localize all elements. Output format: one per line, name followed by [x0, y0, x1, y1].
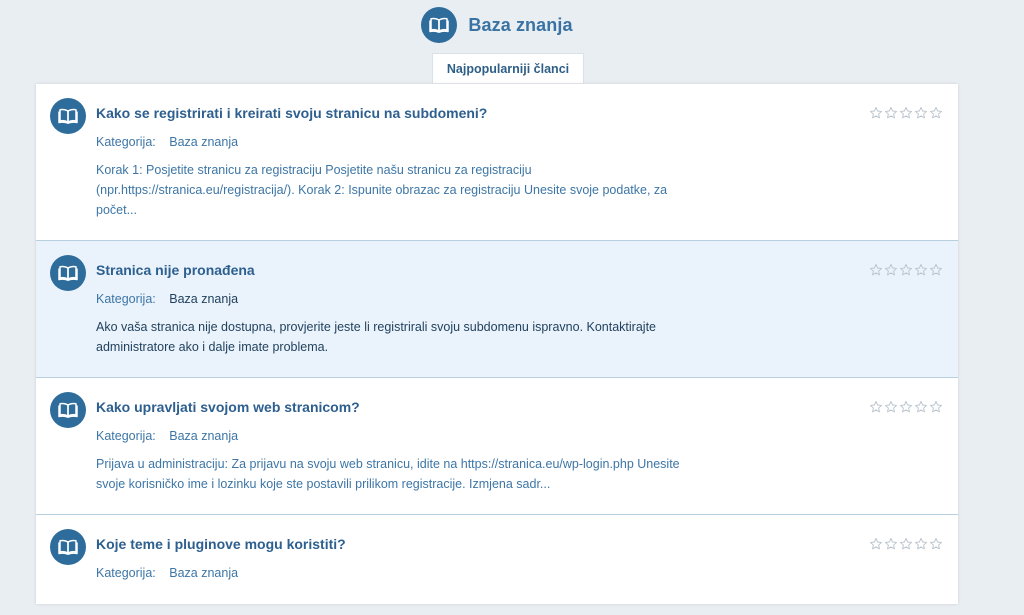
star-icon[interactable]: [929, 400, 943, 414]
star-icon[interactable]: [884, 106, 898, 120]
article-list: Kako se registrirati i kreirati svoju st…: [36, 84, 958, 604]
article-item[interactable]: Stranica nije pronađena Kategorija: Baza…: [36, 241, 958, 378]
star-icon[interactable]: [899, 263, 913, 277]
category-link[interactable]: Baza znanja: [169, 566, 238, 580]
category-label: Kategorija:: [96, 135, 156, 149]
star-rating[interactable]: [869, 400, 943, 414]
article-item[interactable]: Koje teme i pluginove mogu koristiti? Ka…: [36, 515, 958, 615]
article-excerpt: Ako vaša stranica nije dostupna, provjer…: [96, 320, 657, 354]
category-link[interactable]: Baza znanja: [169, 135, 238, 149]
tab-bar: Najpopularniji članci: [0, 53, 1024, 83]
article-category: Kategorija: Baza znanja: [96, 135, 238, 149]
article-category: Kategorija: Baza znanja: [96, 429, 238, 443]
star-icon[interactable]: [914, 263, 928, 277]
article-title[interactable]: Kako se registrirati i kreirati svoju st…: [96, 105, 487, 121]
book-open-icon: [50, 255, 86, 291]
star-icon[interactable]: [914, 106, 928, 120]
star-icon[interactable]: [884, 537, 898, 551]
category-link[interactable]: Baza znanja: [169, 292, 238, 306]
article-title[interactable]: Kako upravljati svojom web stranicom?: [96, 399, 360, 415]
book-open-icon: [50, 392, 86, 428]
article-item[interactable]: Kako upravljati svojom web stranicom? Ka…: [36, 378, 958, 515]
star-icon[interactable]: [914, 537, 928, 551]
star-icon[interactable]: [884, 263, 898, 277]
category-label: Kategorija:: [96, 429, 156, 443]
star-rating[interactable]: [869, 537, 943, 551]
article-category: Kategorija: Baza znanja: [96, 292, 238, 306]
book-open-icon: [50, 529, 86, 565]
star-icon[interactable]: [884, 400, 898, 414]
category-link[interactable]: Baza znanja: [169, 429, 238, 443]
tab-most-popular[interactable]: Najpopularniji članci: [431, 53, 585, 83]
star-icon[interactable]: [914, 400, 928, 414]
star-icon[interactable]: [869, 400, 883, 414]
book-open-icon: [50, 98, 86, 134]
page-header: Baza znanja: [0, 6, 1024, 44]
star-icon[interactable]: [899, 400, 913, 414]
article-title[interactable]: Stranica nije pronađena: [96, 262, 255, 278]
article-category: Kategorija: Baza znanja: [96, 566, 238, 580]
star-rating[interactable]: [869, 106, 943, 120]
article-excerpt: Prijava u administraciju: Za prijavu na …: [96, 457, 680, 491]
page-title: Baza znanja: [468, 14, 573, 35]
star-icon[interactable]: [899, 106, 913, 120]
star-icon[interactable]: [869, 537, 883, 551]
star-icon[interactable]: [929, 537, 943, 551]
article-item[interactable]: Kako se registrirati i kreirati svoju st…: [36, 84, 958, 241]
category-label: Kategorija:: [96, 566, 156, 580]
star-icon[interactable]: [869, 106, 883, 120]
star-icon[interactable]: [899, 537, 913, 551]
star-icon[interactable]: [929, 263, 943, 277]
star-icon[interactable]: [929, 106, 943, 120]
article-title[interactable]: Koje teme i pluginove mogu koristiti?: [96, 536, 346, 552]
star-rating[interactable]: [869, 263, 943, 277]
star-icon[interactable]: [869, 263, 883, 277]
category-label: Kategorija:: [96, 292, 156, 306]
book-open-icon: [421, 7, 458, 43]
article-excerpt: Korak 1: Posjetite stranicu za registrac…: [96, 163, 668, 217]
header-inner: Baza znanja: [421, 7, 572, 43]
